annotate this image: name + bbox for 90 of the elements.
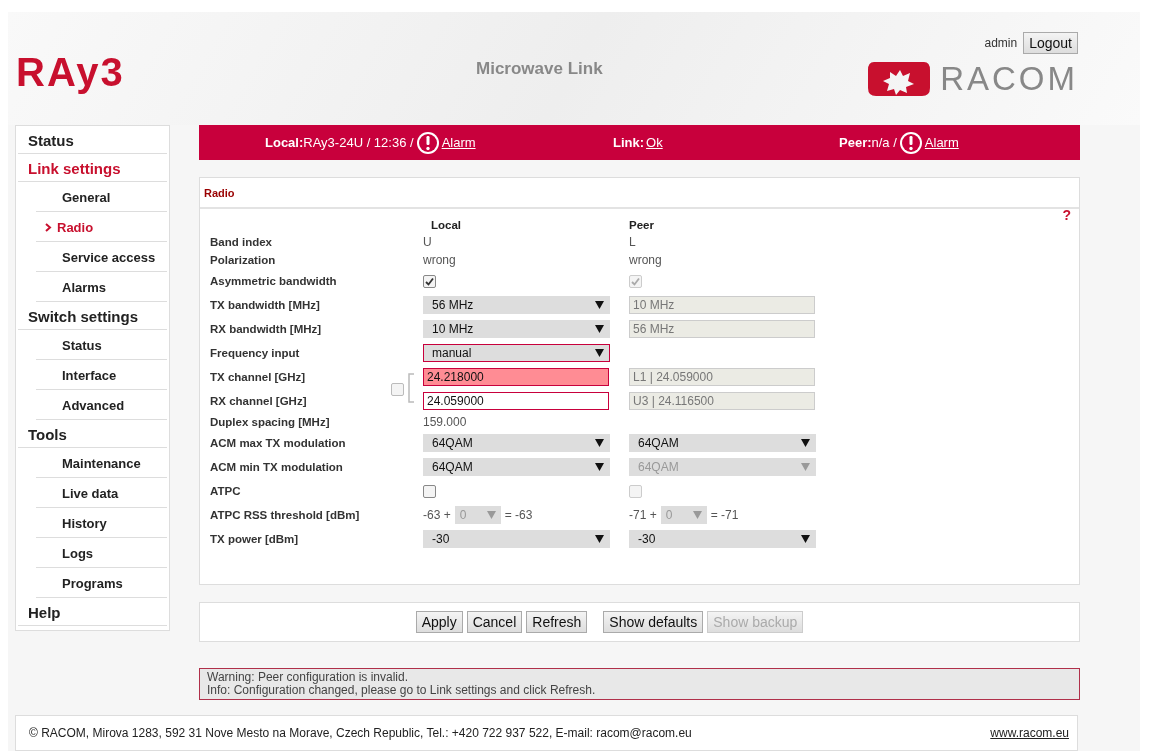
field-label: ATPC xyxy=(210,485,241,497)
page-title: Microwave Link xyxy=(476,58,604,79)
field-label: ATPC RSS threshold [dBm] xyxy=(210,509,360,521)
menu-item[interactable]: Switch settings xyxy=(18,302,167,330)
field-value: L xyxy=(629,235,636,249)
dropdown-arrow-icon xyxy=(595,463,604,471)
bracket-icon xyxy=(407,373,415,403)
dropdown-arrow-icon xyxy=(595,535,604,543)
column-header: Peer xyxy=(629,219,654,231)
panel-title: Radio xyxy=(204,186,235,199)
user-name: admin xyxy=(984,35,1018,50)
action-button[interactable]: Refresh xyxy=(526,611,588,633)
dropdown-arrow-icon xyxy=(801,439,810,447)
checkbox[interactable] xyxy=(423,484,436,498)
dropdown-arrow-icon xyxy=(801,463,810,471)
dropdown[interactable]: 10 MHz xyxy=(423,320,610,338)
submenu-item[interactable]: Alarms xyxy=(36,272,167,302)
menu-item[interactable]: Link settings xyxy=(18,154,167,182)
brand-mark-icon xyxy=(868,59,931,98)
submenu-item[interactable]: Radio xyxy=(36,212,167,242)
action-button[interactable]: Cancel xyxy=(466,611,523,633)
menu-item[interactable]: Status xyxy=(18,126,167,154)
dropdown[interactable]: -30 xyxy=(423,530,610,548)
dropdown[interactable]: 64QAM xyxy=(423,458,610,476)
field-value: wrong xyxy=(423,253,456,267)
checkbox[interactable] xyxy=(423,274,436,288)
column-header: Local xyxy=(431,219,462,231)
message-text: Warning: Peer configuration is invalid. xyxy=(207,671,409,684)
submenu-item[interactable]: General xyxy=(36,182,167,212)
status-link[interactable]: Alarm xyxy=(924,135,959,150)
channel-lock-checkbox[interactable] xyxy=(391,383,404,396)
dropdown-arrow-icon xyxy=(595,325,604,333)
field-label: Frequency input xyxy=(210,347,300,359)
field-label: Asymmetric bandwidth xyxy=(210,275,337,287)
dropdown[interactable]: manual xyxy=(423,344,610,362)
brand-logo: RACOM xyxy=(940,59,1078,98)
field-label: ACM min TX modulation xyxy=(210,461,343,473)
input-field[interactable]: 24.059000 xyxy=(423,392,609,410)
status-link[interactable]: Alarm xyxy=(441,135,476,150)
dropdown[interactable]: 56 MHz xyxy=(423,296,610,314)
threshold-result: = -71 xyxy=(710,508,739,522)
message-text: Info: Configuration changed, please go to Link settings and click Refresh. xyxy=(207,684,597,697)
footer-text: © RACOM, Mirova 1283, 592 31 Nove Mesto na Morave, Czech Republic, Tel.: +420 722 937 522, E-mail: racom@racom.eu xyxy=(29,726,692,740)
menu-item[interactable]: Help xyxy=(18,598,167,626)
field-label: RX bandwidth [MHz] xyxy=(210,323,322,335)
field-value: wrong xyxy=(629,253,662,267)
submenu-item[interactable]: Interface xyxy=(36,360,167,390)
status-link[interactable]: Ok xyxy=(646,135,663,150)
field-label: Duplex spacing [MHz] xyxy=(210,416,330,428)
dropdown-arrow-icon xyxy=(595,439,604,447)
field-label: ACM max TX modulation xyxy=(210,437,346,449)
chevron-icon xyxy=(45,222,52,232)
input-field[interactable]: 24.218000 xyxy=(423,368,609,386)
field-label: Polarization xyxy=(210,254,276,266)
dropdown-arrow-icon xyxy=(692,511,702,519)
submenu-item[interactable]: Status xyxy=(36,330,167,360)
submenu-item[interactable]: Programs xyxy=(36,568,167,598)
dropdown-arrow-icon xyxy=(801,535,810,543)
dropdown[interactable]: 64QAM xyxy=(629,434,816,452)
field-label: TX bandwidth [MHz] xyxy=(210,299,320,311)
field-value: U xyxy=(423,235,432,249)
action-button[interactable]: Apply xyxy=(415,611,463,633)
submenu-item[interactable]: Logs xyxy=(36,538,167,568)
status-text: Peer:n/a / xyxy=(839,135,897,150)
field-label: RX channel [GHz] xyxy=(210,395,307,407)
submenu-item[interactable]: Live data xyxy=(36,478,167,508)
submenu-item[interactable]: Service access xyxy=(36,242,167,272)
status-text: Local:RAy3-24U / 12:36 / xyxy=(265,135,414,150)
dropdown[interactable]: -30 xyxy=(629,530,816,548)
field-label: TX power [dBm] xyxy=(210,533,299,545)
field-value: 159.000 xyxy=(423,415,467,429)
dropdown[interactable]: 64QAM xyxy=(423,434,610,452)
menu-item[interactable]: Tools xyxy=(18,420,167,448)
dropdown-arrow-icon xyxy=(595,301,604,309)
threshold-base: -71 + xyxy=(629,508,657,522)
submenu-item[interactable]: Advanced xyxy=(36,390,167,420)
submenu-item[interactable]: History xyxy=(36,508,167,538)
logout-button[interactable]: Logout xyxy=(1023,31,1078,54)
field-label: Band index xyxy=(210,236,272,248)
status-text: Link: xyxy=(613,135,645,150)
threshold-result: = -63 xyxy=(504,508,533,522)
website-link[interactable]: www.racom.eu xyxy=(990,726,1069,740)
dropdown-arrow-icon xyxy=(595,349,604,357)
dropdown-arrow-icon xyxy=(486,511,496,519)
field-label: TX channel [GHz] xyxy=(210,371,306,383)
submenu-item[interactable]: Maintenance xyxy=(36,448,167,478)
action-button[interactable]: Show defaults xyxy=(603,611,704,633)
help-link[interactable]: ? xyxy=(1062,207,1071,223)
product-logo: RAy3 xyxy=(16,49,126,95)
threshold-base: -63 + xyxy=(423,508,451,522)
